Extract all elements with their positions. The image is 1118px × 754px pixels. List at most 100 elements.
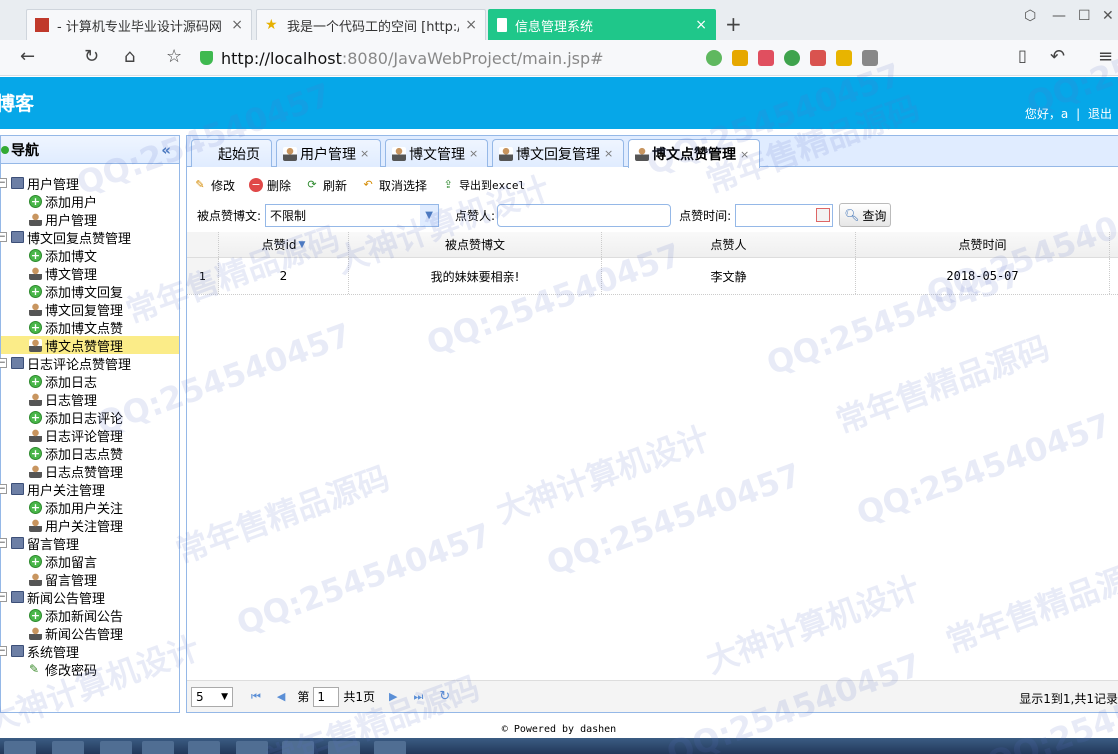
maximize-icon[interactable]: ☐	[1078, 8, 1091, 24]
extension-icon[interactable]	[810, 50, 826, 66]
close-window-icon[interactable]: ✕	[1102, 8, 1114, 24]
taskbar-app-icon[interactable]	[374, 741, 406, 754]
edit-button[interactable]: ✎ 修改	[193, 177, 235, 194]
extension-icon[interactable]	[706, 50, 722, 66]
nav-item[interactable]: 博文回复管理	[1, 300, 179, 319]
nav-item[interactable]: 日志点赞管理	[1, 462, 179, 481]
nav-item[interactable]: 留言管理	[1, 570, 179, 589]
like-time-input[interactable]	[735, 203, 834, 227]
nav-item[interactable]: + 添加用户	[1, 192, 179, 211]
extension-icon[interactable]	[758, 50, 774, 66]
last-page-icon[interactable]: ⏭	[414, 690, 424, 704]
main-tab[interactable]: 博文管理 ×	[385, 139, 488, 167]
undo-icon[interactable]: ↶	[1050, 46, 1065, 67]
collapse-icon[interactable]: «	[161, 141, 171, 159]
taskbar-app-icon[interactable]	[236, 741, 268, 754]
taskbar-app-icon[interactable]	[328, 741, 360, 754]
nav-group[interactable]: − 日志评论点赞管理	[0, 354, 179, 373]
nav-item[interactable]: + 添加留言	[1, 552, 179, 571]
extension-icon[interactable]	[836, 50, 852, 66]
phone-icon[interactable]: ▯	[1018, 46, 1027, 65]
nav-group[interactable]: − 用户关注管理	[0, 480, 179, 499]
close-icon[interactable]: ×	[360, 147, 369, 160]
unselect-button[interactable]: ↶ 取消选择	[361, 177, 427, 194]
nav-group[interactable]: − 用户管理	[0, 174, 179, 193]
collapse-toggle-icon[interactable]: −	[0, 178, 7, 188]
prev-page-icon[interactable]: ◀	[277, 690, 285, 703]
nav-item[interactable]: + 添加博文	[1, 246, 179, 265]
nav-group[interactable]: − 新闻公告管理	[0, 588, 179, 607]
nav-item[interactable]: 博文管理	[1, 264, 179, 283]
reload-icon[interactable]: ↻	[84, 46, 99, 67]
browser-tab-1[interactable]: - 计算机专业毕业设计源码网 ×	[26, 9, 252, 40]
browser-tab-3[interactable]: 信息管理系统 ×	[488, 9, 716, 40]
nav-item[interactable]: 博文点赞管理	[1, 336, 179, 355]
close-icon[interactable]: ×	[465, 17, 477, 33]
minimize-icon[interactable]: —	[1052, 8, 1066, 24]
page-number-input[interactable]: 1	[313, 686, 340, 707]
close-icon[interactable]: ×	[604, 147, 613, 160]
close-icon[interactable]: ×	[695, 17, 707, 33]
collapse-toggle-icon[interactable]: −	[0, 232, 7, 242]
first-page-icon[interactable]: ⏮	[251, 690, 261, 704]
main-tab[interactable]: 博文回复管理 ×	[492, 139, 624, 167]
collapse-toggle-icon[interactable]: −	[0, 358, 7, 368]
collapse-toggle-icon[interactable]: −	[0, 646, 7, 656]
main-tab[interactable]: 用户管理 ×	[276, 139, 381, 167]
nav-item[interactable]: + 添加新闻公告	[1, 606, 179, 625]
query-button[interactable]: 🔍︎ 查询	[839, 203, 892, 227]
close-icon[interactable]: ×	[469, 147, 478, 160]
close-icon[interactable]: ×	[740, 148, 749, 161]
page-size-select[interactable]: 5 ▼	[191, 686, 233, 707]
nav-item[interactable]: 日志管理	[1, 390, 179, 409]
nav-group[interactable]: − 留言管理	[0, 534, 179, 553]
liker-input[interactable]	[497, 203, 672, 227]
bookmark-icon[interactable]: ☆	[166, 46, 182, 67]
nav-group[interactable]: − 系统管理	[0, 642, 179, 661]
nav-item[interactable]: + 添加博文回复	[1, 282, 179, 301]
close-icon[interactable]: ×	[231, 17, 243, 33]
column-header-id[interactable]: 点赞id ▼	[219, 232, 349, 257]
nav-item[interactable]: + 添加日志评论	[1, 408, 179, 427]
nav-item[interactable]: + 添加日志点赞	[1, 444, 179, 463]
back-icon[interactable]: ←	[20, 46, 35, 67]
extension-icon[interactable]	[784, 50, 800, 66]
collapse-toggle-icon[interactable]: −	[0, 592, 7, 602]
main-tab[interactable]: 博文点赞管理 ×	[628, 139, 760, 168]
logout-link[interactable]: 退出	[1088, 107, 1112, 121]
taskbar-app-icon[interactable]	[4, 741, 36, 754]
collapse-toggle-icon[interactable]: −	[0, 484, 7, 494]
main-tab[interactable]: 起始页	[191, 139, 272, 167]
home-icon[interactable]: ⌂	[124, 46, 135, 67]
nav-item[interactable]: ✎ 修改密码	[1, 660, 179, 679]
taskbar-app-icon[interactable]	[142, 741, 174, 754]
extension-icon[interactable]	[732, 50, 748, 66]
collapse-toggle-icon[interactable]: −	[0, 538, 7, 548]
nav-item[interactable]: + 添加博文点赞	[1, 318, 179, 337]
extension-icon[interactable]	[862, 50, 878, 66]
nav-item[interactable]: 用户管理	[1, 210, 179, 229]
taskbar-app-icon[interactable]	[100, 741, 132, 754]
column-header-time[interactable]: 点赞时间	[856, 232, 1110, 257]
nav-item[interactable]: + 添加用户关注	[1, 498, 179, 517]
taskbar-app-icon[interactable]	[52, 741, 84, 754]
taskbar-app-icon[interactable]	[282, 741, 314, 754]
nav-item[interactable]: 用户关注管理	[1, 516, 179, 535]
column-header-post[interactable]: 被点赞博文	[349, 232, 602, 257]
nav-item[interactable]: + 添加日志	[1, 372, 179, 391]
browser-tab-2[interactable]: ★ 我是一个代码工的空间 [http://2 ×	[256, 9, 486, 40]
nav-item[interactable]: 日志评论管理	[1, 426, 179, 445]
calendar-icon[interactable]	[816, 207, 831, 222]
next-page-icon[interactable]: ▶	[389, 690, 397, 703]
taskbar-app-icon[interactable]	[188, 741, 220, 754]
table-row[interactable]: 1 2 我的妹妹要相亲! 李文静 2018-05-07	[187, 258, 1118, 295]
nav-item[interactable]: 新闻公告管理	[1, 624, 179, 643]
export-excel-button[interactable]: ⇪ 导出到excel	[441, 177, 525, 193]
column-header-liker[interactable]: 点赞人	[602, 232, 856, 257]
nav-group[interactable]: − 博文回复点赞管理	[0, 228, 179, 247]
reload-icon[interactable]: ↻	[439, 689, 450, 704]
menu-icon[interactable]: ≡	[1098, 46, 1113, 67]
skin-icon[interactable]: ⬡	[1024, 8, 1036, 24]
address-bar[interactable]: http://localhost:8080/JavaWebProject/mai…	[200, 45, 700, 71]
delete-button[interactable]: − 删除	[249, 177, 291, 194]
